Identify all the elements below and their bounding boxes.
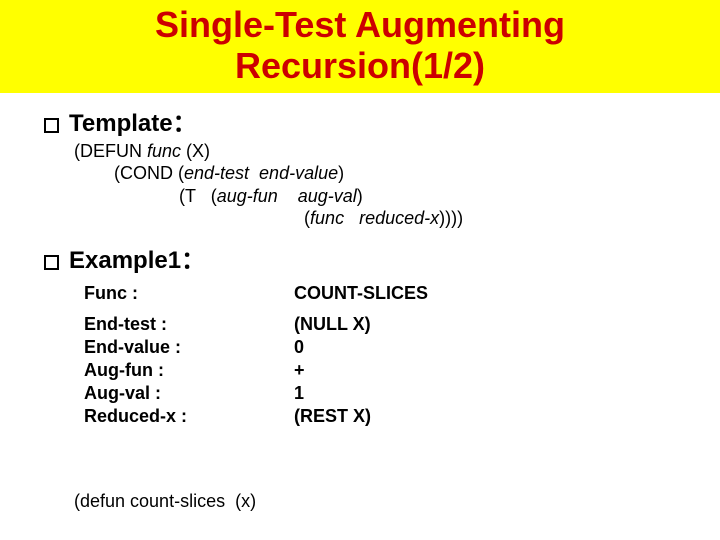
table-cell: Func : xyxy=(84,283,284,304)
table-cell: 0 xyxy=(294,337,676,358)
code-line: (COND (end-test end-value) xyxy=(74,162,676,185)
code-line: (T (aug-fun aug-val) xyxy=(74,185,676,208)
title-line-1: Single-Test Augmenting xyxy=(155,4,565,45)
slide-body: Template： (DEFUN func (X) (COND (end-tes… xyxy=(0,93,720,540)
code-line: (func reduced-x)))) xyxy=(74,207,676,230)
table-cell: Reduced-x : xyxy=(84,406,284,427)
example-heading: Example1： xyxy=(69,240,205,275)
table-cell: (NULL X) xyxy=(294,314,676,335)
title-band: Single-Test Augmenting Recursion(1/2) xyxy=(0,0,720,93)
example-table: Func : COUNT-SLICES End-test : (NULL X) … xyxy=(84,283,676,427)
bullet-square-icon xyxy=(44,255,59,270)
table-cell: (REST X) xyxy=(294,406,676,427)
example-heading-row: Example1： xyxy=(44,240,676,275)
table-cell: End-test : xyxy=(84,314,284,335)
table-cell: + xyxy=(294,360,676,381)
code-line: (defun count-slices (x) xyxy=(74,490,676,513)
slide: Single-Test Augmenting Recursion(1/2) Te… xyxy=(0,0,720,540)
code-line: (DEFUN func (X) xyxy=(74,140,676,163)
title-line-2: Recursion(1/2) xyxy=(235,45,485,86)
table-spacer xyxy=(84,306,676,312)
example-defun: (defun count-slices (x) (cond ((null x) … xyxy=(74,445,676,540)
slide-title: Single-Test Augmenting Recursion(1/2) xyxy=(0,4,720,87)
template-heading: Template： xyxy=(69,103,197,138)
template-code: (DEFUN func (X) (COND (end-test end-valu… xyxy=(74,140,676,230)
table-cell: End-value : xyxy=(84,337,284,358)
table-cell: 1 xyxy=(294,383,676,404)
template-heading-row: Template： xyxy=(44,103,676,138)
table-cell: Aug-fun : xyxy=(84,360,284,381)
bullet-square-icon xyxy=(44,118,59,133)
table-cell: COUNT-SLICES xyxy=(294,283,676,304)
table-cell: Aug-val : xyxy=(84,383,284,404)
